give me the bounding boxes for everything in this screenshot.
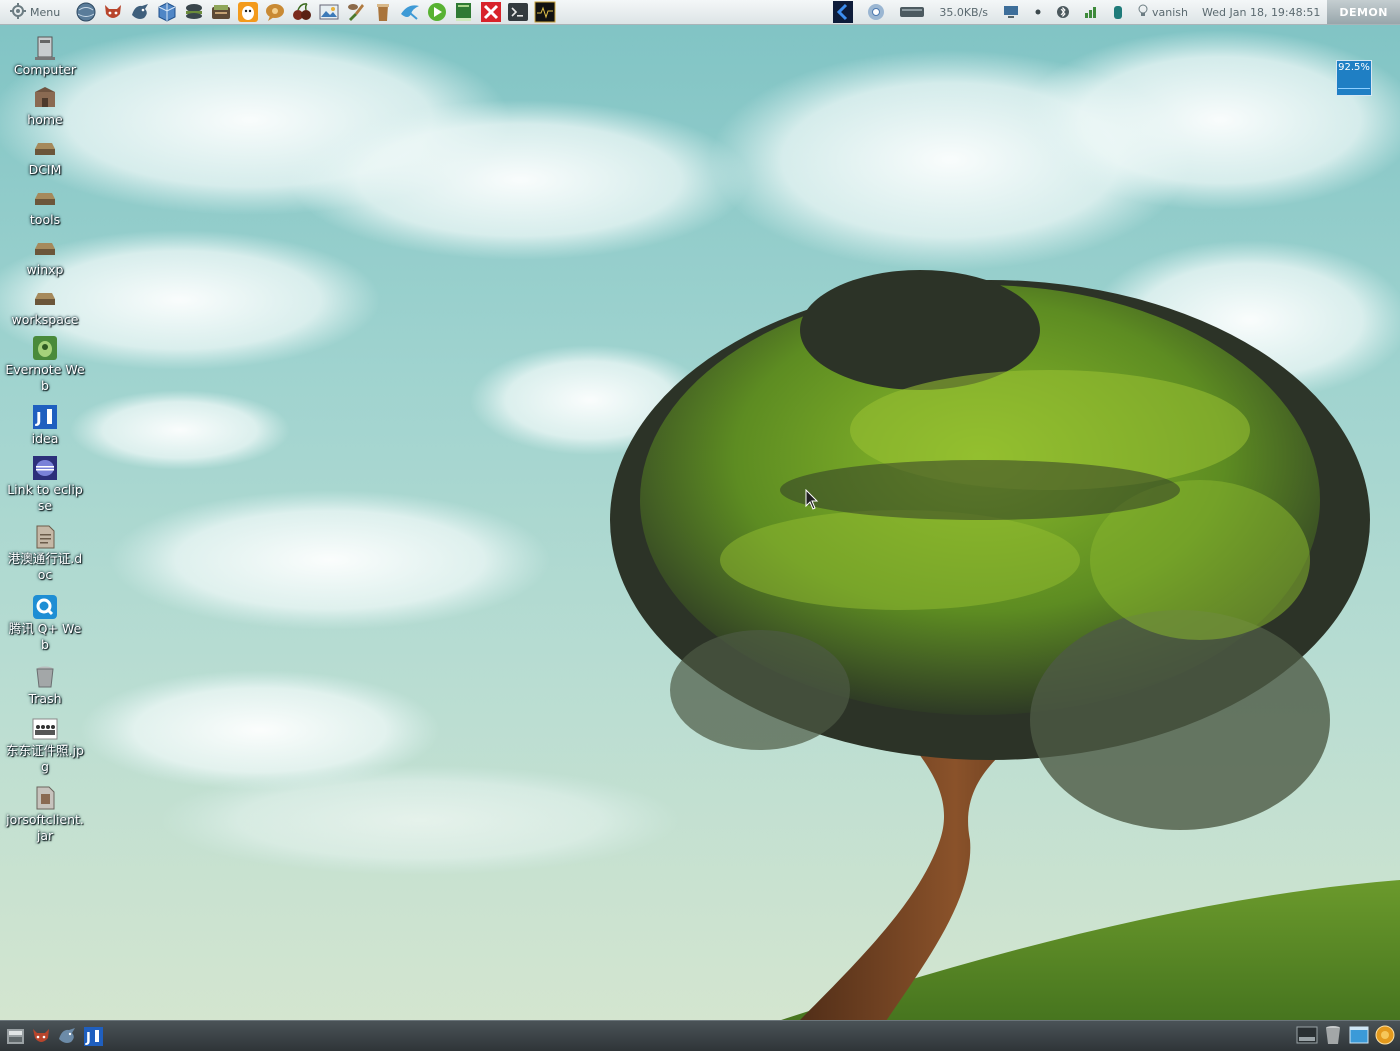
trash-icon [31,663,59,691]
dot-icon[interactable] [1027,0,1049,24]
desktop-icon-id-photo[interactable]: 东东证件照.jpg [0,715,90,775]
mouse-cursor-icon [805,489,819,510]
app-arrow-icon[interactable] [826,0,860,24]
menu-label: Menu [30,5,61,19]
intellij-icon[interactable]: J [82,1024,105,1048]
image-file-icon [31,715,59,743]
cpu-usage-graph [1338,88,1370,89]
desktop-wallpaper [0,25,1400,1050]
desktop-icon-label: Link to eclipse [7,482,83,513]
settings-globe-icon[interactable] [1373,1023,1396,1047]
cherry-app-icon[interactable] [290,1,314,23]
desktop-icon-label: Evernote Web [5,362,85,393]
desktop-icon-dcim[interactable]: DCIM [0,134,90,178]
network-monitor-icon[interactable] [995,0,1027,24]
bird-app-icon[interactable] [398,1,422,23]
virtualbox-icon[interactable] [155,1,179,23]
trash-icon[interactable] [1321,1023,1344,1047]
thunderbird-icon[interactable] [56,1024,79,1048]
chrome-icon[interactable] [860,0,892,24]
book-icon[interactable] [452,1,476,23]
image-viewer-icon[interactable] [317,1,341,23]
desktop-icon-eclipse[interactable]: Link to eclipse [0,454,90,514]
desktop-icon-label: 腾讯 Q+ Web [8,621,82,652]
stack-app-icon[interactable] [209,1,233,23]
user-name: vanish [1152,5,1189,19]
system-monitor-icon[interactable] [533,1,557,23]
desktop-icon-label: 东东证件照.jpg [6,743,84,774]
drive-icon [31,234,59,262]
desktop-icon-workspace[interactable]: workspace [0,284,90,328]
intellij-icon: J [31,403,59,431]
xmind-icon[interactable] [479,1,503,23]
network-globe-icon[interactable] [74,1,98,23]
desktop-icon-travel-permit-doc[interactable]: 港澳通行证.doc [0,523,90,583]
desktop-icon-label: tools [29,212,61,227]
desktop-icon-label: Trash [28,691,62,706]
terminal-icon[interactable] [506,1,530,23]
show-desktop-icon[interactable] [1295,1023,1318,1047]
desktop-icon-idea[interactable]: J idea [0,403,90,447]
desktop-icon-label: home [27,112,63,127]
user-indicator[interactable]: vanish [1131,0,1195,24]
desktop-icon-label: Computer [13,62,77,77]
lightbulb-icon [1138,4,1148,21]
taskbar: J [4,1024,105,1048]
desktop-icon-label: idea [31,431,59,446]
launcher-bar [74,1,557,23]
jar-file-icon [31,784,59,812]
desktop-icon-winxp[interactable]: winxp [0,234,90,278]
desktop-icon-label: 港澳通行证.doc [7,551,83,582]
desktop-icon-home[interactable]: home [0,84,90,128]
clock[interactable]: Wed Jan 18, 19:48:51 [1195,0,1327,24]
drive-icon [31,134,59,162]
qq-icon[interactable] [236,1,260,23]
top-panel: Menu 35.0KB/s vanish Wed Jan 18, 19:48:5… [0,0,1400,25]
system-tray: 35.0KB/s vanish Wed Jan 18, 19:48:51 DEM… [826,0,1400,24]
coffee-cup-icon[interactable] [371,1,395,23]
bottom-panel: J [0,1020,1400,1051]
desktop-icon-label: workspace [11,312,79,327]
computer-icon [31,34,59,62]
qplus-icon [31,593,59,621]
bottom-tray [1295,1023,1396,1047]
hamburger-app-icon[interactable] [182,1,206,23]
desktop-icon-evernote[interactable]: Evernote Web [0,334,90,394]
desktop-icon-computer[interactable]: Computer [0,34,90,78]
evernote-icon [31,334,59,362]
media-player-icon[interactable] [425,1,449,23]
thunderbird-icon[interactable] [128,1,152,23]
svg-text:J: J [35,409,42,427]
file-manager-icon[interactable] [4,1024,27,1048]
svg-text:J: J [85,1031,91,1046]
drive-icon [31,284,59,312]
gear-icon [10,2,26,22]
drive-icon [31,184,59,212]
cpu-usage-value: 92.5% [1338,62,1370,73]
chart-icon[interactable] [1077,0,1105,24]
desktop-icon-label: jorsoftclient.jar [6,812,84,843]
main-menu-button[interactable]: Menu [0,0,68,24]
eclipse-icon [31,454,59,482]
bluetooth-icon[interactable] [1049,0,1077,24]
desktop-icon-jorsoftclient[interactable]: jorsoftclient.jar [0,784,90,844]
battery-icon[interactable] [1105,0,1131,24]
window-icon[interactable] [1347,1023,1370,1047]
desktop-icon-tools[interactable]: tools [0,184,90,228]
home-folder-icon [31,84,59,112]
paint-brush-icon[interactable] [344,1,368,23]
hostname-button[interactable]: DEMON [1327,0,1400,24]
desktop-icon-label: winxp [26,262,64,277]
desktop-icon-qplus-web[interactable]: 腾讯 Q+ Web [0,593,90,653]
firefox-icon[interactable] [101,1,125,23]
chat-bubble-icon[interactable] [263,1,287,23]
desktop-icon-label: DCIM [28,162,62,177]
network-speed: 35.0KB/s [939,5,989,19]
desktop-icon-trash[interactable]: Trash [0,663,90,707]
cpu-usage-widget[interactable]: 92.5% [1336,60,1372,96]
keyboard-icon[interactable] [892,0,932,24]
firefox-icon[interactable] [30,1024,53,1048]
document-icon [31,523,59,551]
